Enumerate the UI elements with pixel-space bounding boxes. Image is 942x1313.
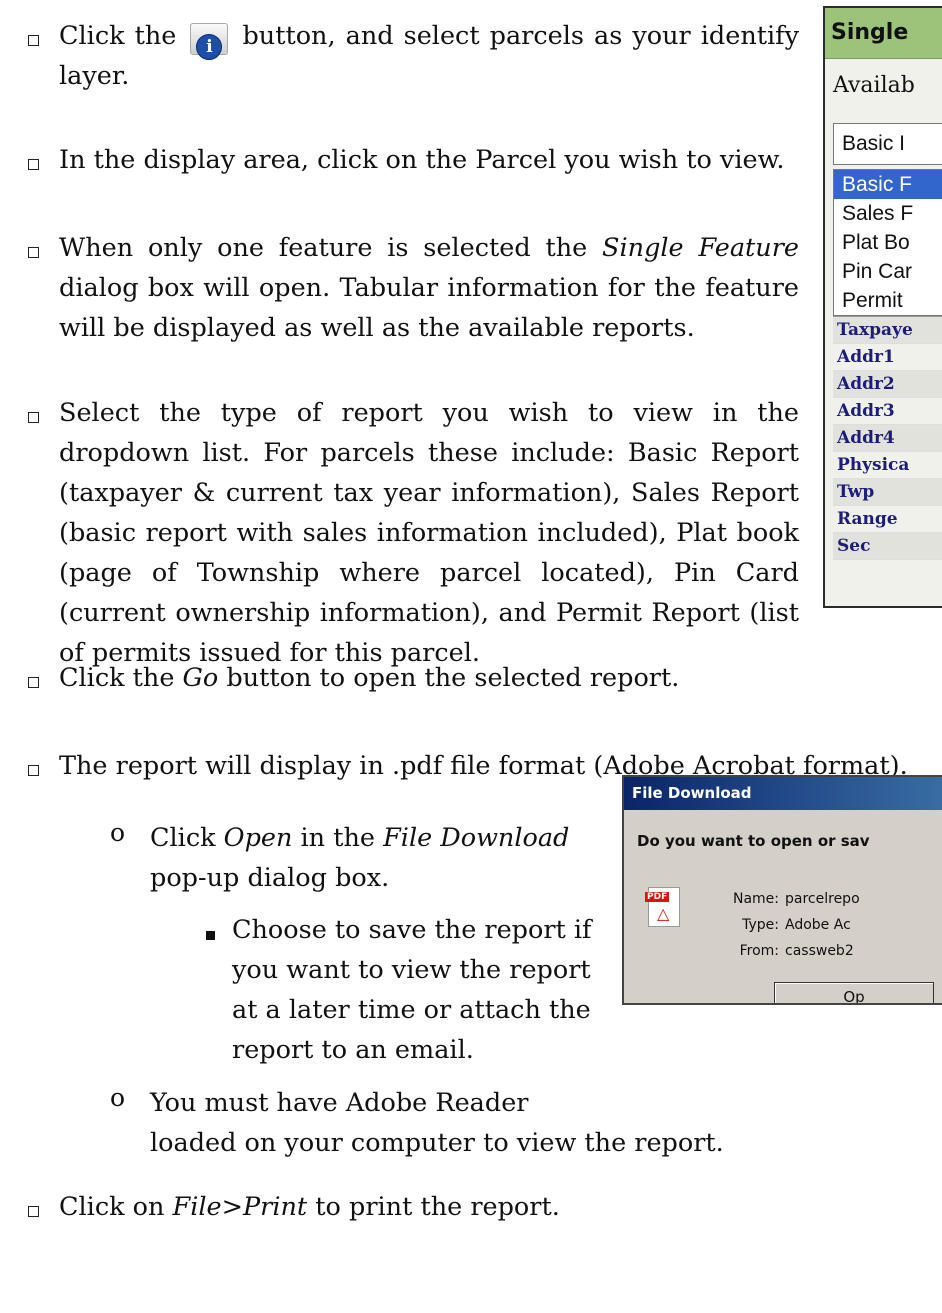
square-bullet [206, 931, 215, 940]
attribute-label: Addr4 [833, 425, 942, 452]
step-text: Click the [59, 21, 177, 51]
panel-title: Single [825, 8, 942, 59]
from-label: From: [739, 943, 779, 959]
step-emphasis: File Download [383, 823, 570, 853]
attribute-label: Physica [833, 452, 942, 479]
available-reports-label: Availab [833, 73, 915, 98]
step-print: Click on File>Print to print the report. [59, 1187, 799, 1227]
checkbox-bullet [28, 159, 39, 170]
checkbox-bullet [28, 1206, 39, 1217]
attribute-label: Taxpaye [833, 317, 942, 344]
step-text: dialog box will open. Tabular informatio… [59, 273, 799, 343]
step-text: Click [150, 823, 216, 853]
single-feature-panel: Single Availab Basic I Basic F Sales F P… [823, 6, 942, 608]
step-text: pop-up dialog box. [150, 863, 390, 893]
sub-step-adobe-reader: You must have Adobe Reader loaded on you… [150, 1083, 910, 1163]
dialog-question: Do you want to open or sav [637, 832, 870, 850]
step-identify-layer: Click the i button, and select parcels a… [59, 16, 799, 96]
step-select-report: Select the type of report you wish to vi… [59, 393, 799, 673]
name-value: parcelrepo [785, 891, 860, 907]
checkbox-bullet [28, 412, 39, 423]
step-text: Click the [59, 663, 175, 693]
step-text: Select the type of report you wish to vi… [59, 398, 799, 668]
checkbox-bullet [28, 765, 39, 776]
info-icon: i [196, 34, 223, 60]
attribute-label: Addr2 [833, 371, 942, 398]
attribute-label: Range [833, 506, 942, 533]
attribute-label: Sec [833, 533, 942, 560]
attribute-table: Taxpaye Addr1 Addr2 Addr3 Addr4 Physica … [833, 316, 942, 560]
step-text: button to open the selected report. [226, 663, 680, 693]
sub-step-save-report: Choose to save the report if you want to… [232, 910, 592, 1070]
attribute-label: Addr3 [833, 398, 942, 425]
adobe-logo-icon: △ [657, 904, 670, 923]
file-from-row: From: cassweb2 [726, 943, 854, 959]
step-single-feature: When only one feature is selected the Si… [59, 228, 799, 348]
checkbox-bullet [28, 247, 39, 258]
step-text: You must have Adobe Reader [150, 1088, 529, 1118]
step-click-parcel: In the display area, click on the Parcel… [59, 140, 799, 180]
checkbox-bullet [28, 35, 39, 46]
open-button-label: Op [843, 988, 865, 1005]
step-click-go: Click the Go button to open the selected… [59, 658, 799, 698]
report-dropdown[interactable]: Basic I [833, 123, 942, 165]
open-button[interactable]: Op [774, 982, 934, 1005]
pdf-tag: PDF [645, 892, 670, 902]
step-emphasis: Go [182, 663, 219, 693]
report-option[interactable]: Pin Car [834, 257, 942, 286]
attribute-label: Addr1 [833, 344, 942, 371]
checkbox-bullet [28, 677, 39, 688]
circle-bullet: o [110, 1083, 126, 1112]
step-emphasis: Open [223, 823, 293, 853]
step-text: When only one feature is selected the [59, 233, 588, 263]
sub-step-click-open: Click Open in the File Download pop-up d… [150, 818, 620, 898]
report-option[interactable]: Sales F [834, 199, 942, 228]
step-text: Click on [59, 1192, 165, 1222]
step-emphasis: Single Feature [602, 233, 799, 263]
from-value: cassweb2 [785, 943, 854, 959]
report-option[interactable]: Plat Bo [834, 228, 942, 257]
identify-info-button[interactable]: i [190, 23, 229, 60]
name-label: Name: [732, 891, 779, 907]
report-option[interactable]: Basic F [834, 170, 942, 199]
file-download-dialog: File Download Do you want to open or sav… [622, 775, 942, 1005]
file-type-row: Type: Adobe Ac [726, 917, 851, 933]
step-text: In the display area, click on the Parcel… [59, 145, 785, 175]
circle-bullet: o [110, 818, 126, 847]
report-option[interactable]: Permit [834, 286, 942, 315]
dialog-title: File Download [624, 777, 942, 810]
step-text: in the [300, 823, 375, 853]
type-label: Type: [742, 917, 779, 933]
pdf-file-icon: PDF △ [645, 887, 680, 927]
step-text: Choose to save the report if you want to… [232, 915, 592, 1065]
report-options-list: Basic F Sales F Plat Bo Pin Car Permit [833, 169, 942, 316]
step-emphasis: File>Print [172, 1192, 308, 1222]
file-name-row: Name: parcelrepo [726, 891, 860, 907]
type-value: Adobe Ac [785, 917, 851, 933]
step-text: to print the report. [315, 1192, 560, 1222]
attribute-label: Twp [833, 479, 942, 506]
step-text: loaded on your computer to view the repo… [150, 1128, 724, 1158]
